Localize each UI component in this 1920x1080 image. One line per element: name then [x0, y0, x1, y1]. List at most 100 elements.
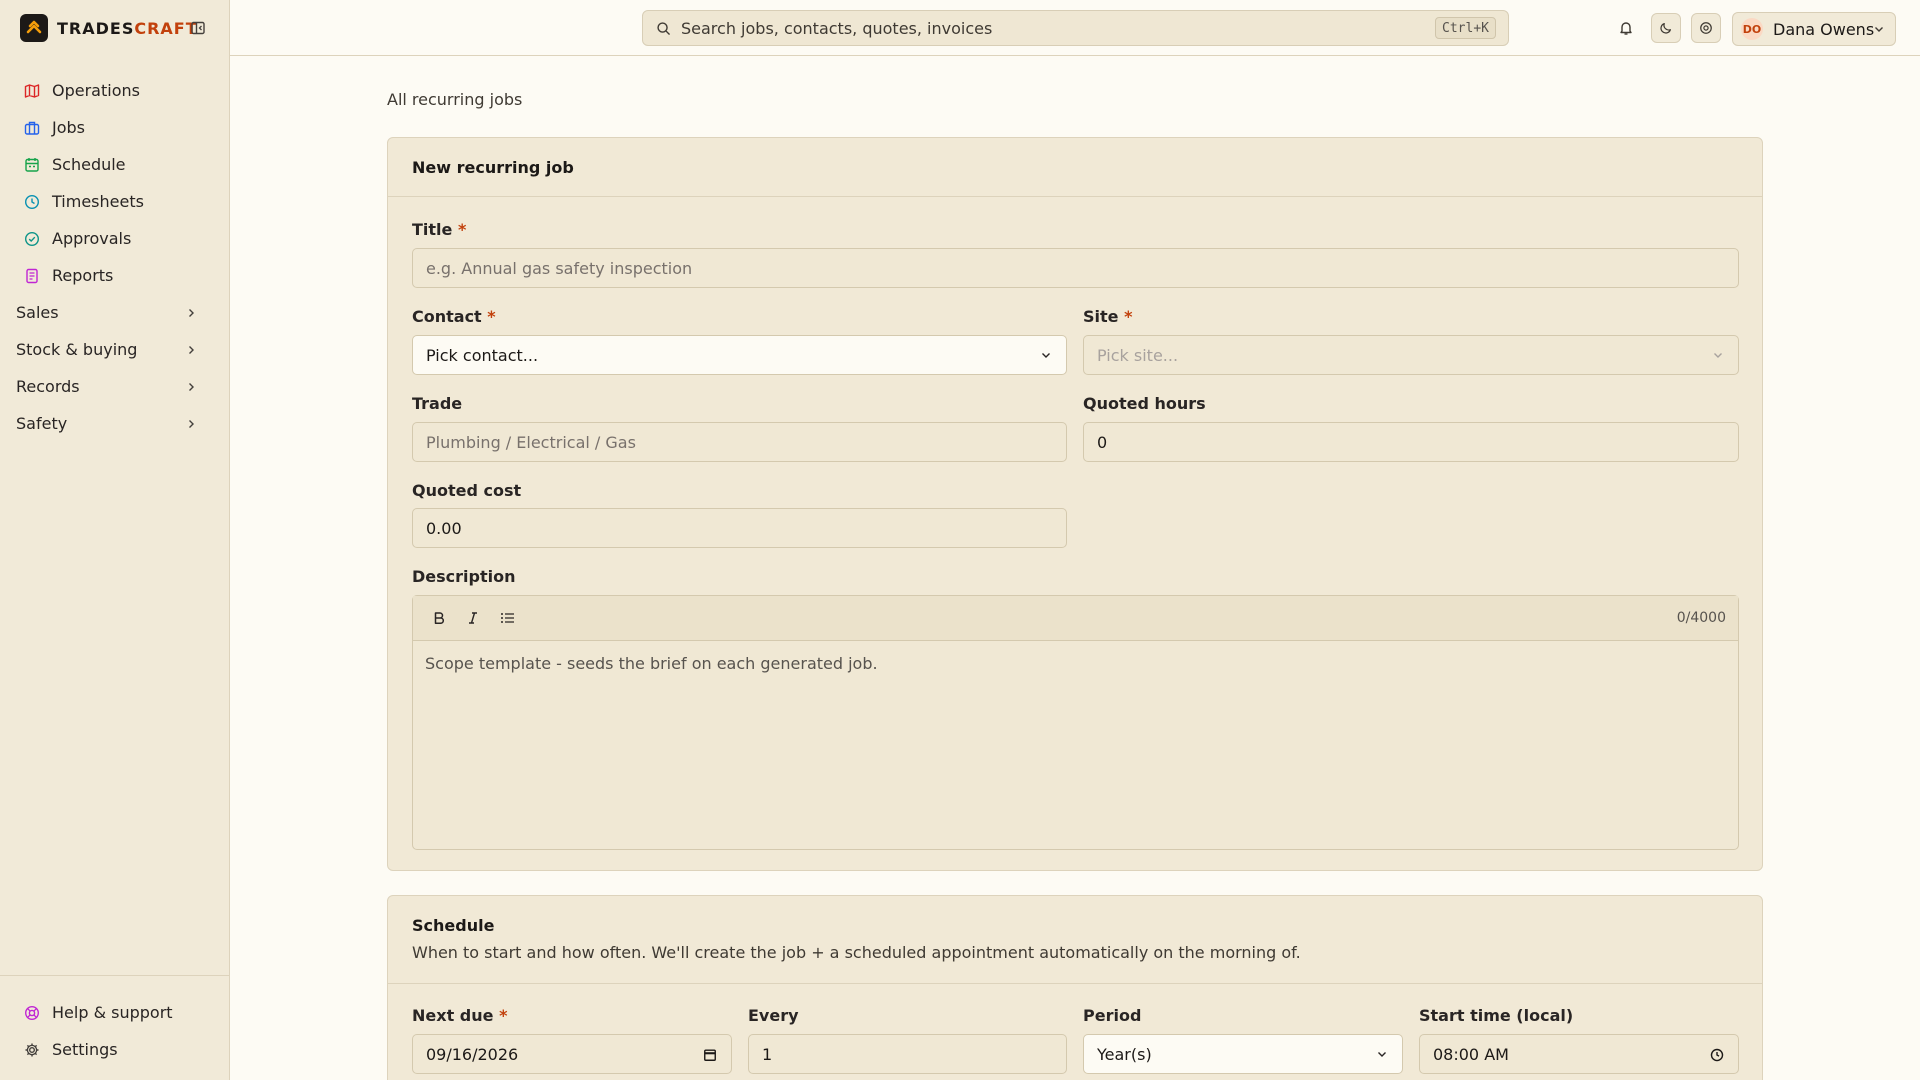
- chevron-down-icon: [1042, 353, 1050, 358]
- sidebar-group-records[interactable]: Records: [12, 368, 210, 405]
- sidebar-item-approvals[interactable]: Approvals: [12, 220, 210, 257]
- title-label-text: Title: [412, 220, 453, 239]
- start-time-input[interactable]: 08:00 AM: [1419, 1034, 1739, 1074]
- chevron-down-icon: [1875, 27, 1883, 32]
- sidebar-group-label: Records: [16, 377, 80, 396]
- user-menu-button[interactable]: DO Dana Owens: [1732, 12, 1896, 46]
- every-label: Every: [748, 1006, 799, 1025]
- quoted-hours-input[interactable]: 0: [1083, 422, 1739, 462]
- gear-icon: [24, 1042, 40, 1058]
- site-select[interactable]: Pick site...: [1083, 335, 1739, 375]
- briefcase-icon: [24, 120, 40, 136]
- theme-toggle-button[interactable]: [1651, 13, 1681, 43]
- sidebar-collapse-button[interactable]: [188, 18, 208, 38]
- search-input[interactable]: Search jobs, contacts, quotes, invoices: [681, 19, 992, 38]
- brand[interactable]: TRADESCRAFT: [20, 14, 198, 42]
- sidebar-item-label: Approvals: [52, 229, 132, 248]
- check-circle-icon: [24, 231, 40, 247]
- sidebar-item-label: Timesheets: [52, 192, 144, 211]
- character-count: 0/4000: [1676, 610, 1726, 626]
- italic-button[interactable]: [461, 606, 485, 630]
- quoted-cost-label: Quoted cost: [412, 481, 522, 500]
- sidebar-item-settings[interactable]: Settings: [12, 1031, 217, 1068]
- card-title: Schedule: [412, 916, 495, 935]
- next-due-label: Next due *: [412, 1006, 507, 1025]
- contact-select[interactable]: Pick contact...: [412, 335, 1067, 375]
- document-icon: [24, 268, 40, 284]
- calendar-icon[interactable]: [703, 1048, 717, 1062]
- sidebar-item-operations[interactable]: Operations: [12, 72, 210, 109]
- chevron-right-icon: [189, 308, 194, 317]
- quoted-hours-label: Quoted hours: [1083, 394, 1206, 413]
- italic-icon: [469, 612, 477, 624]
- topbar: Search jobs, contacts, quotes, invoices …: [230, 0, 1920, 56]
- bell-icon: [1620, 22, 1632, 35]
- notifications-button[interactable]: [1611, 13, 1641, 43]
- brand-name: TRADESCRAFT: [57, 19, 198, 38]
- site-select-value: Pick site...: [1097, 345, 1179, 365]
- required-marker: *: [499, 1006, 508, 1025]
- search-icon: [657, 21, 670, 35]
- sidebar: TRADESCRAFT Operations Jobs Schedule Tim…: [0, 0, 230, 1080]
- card-title: New recurring job: [412, 157, 574, 177]
- recurring-job-card: New recurring job Title * e.g. Annual ga…: [387, 137, 1763, 871]
- sidebar-item-help[interactable]: Help & support: [12, 994, 217, 1031]
- sidebar-nav: Operations Jobs Schedule Timesheets Appr…: [12, 72, 210, 442]
- next-due-value: 09/16/2026: [426, 1044, 519, 1064]
- sidebar-group-stock-buying[interactable]: Stock & buying: [12, 331, 210, 368]
- chevron-down-icon: [1378, 1052, 1386, 1057]
- lifebuoy-icon: [1700, 22, 1712, 34]
- sidebar-toggle-icon: [191, 21, 205, 35]
- trade-label: Trade: [412, 394, 463, 413]
- calendar-icon: [24, 157, 40, 173]
- brand-name-main: TRADES: [57, 18, 135, 38]
- editor-toolbar: 0/4000: [413, 596, 1738, 641]
- every-input[interactable]: 1: [748, 1034, 1067, 1074]
- description-textarea[interactable]: Scope template - seeds the brief on each…: [413, 641, 1738, 686]
- required-marker: *: [1124, 307, 1133, 326]
- sidebar-group-label: Sales: [16, 303, 59, 322]
- search-shortcut-badge: Ctrl+K: [1435, 17, 1496, 39]
- clock-icon[interactable]: [1710, 1048, 1724, 1062]
- period-select[interactable]: Year(s): [1083, 1034, 1403, 1074]
- sidebar-item-label: Jobs: [52, 118, 85, 137]
- map-icon: [24, 83, 40, 99]
- bold-button[interactable]: [427, 606, 451, 630]
- avatar: DO: [1741, 18, 1763, 40]
- required-marker: *: [487, 307, 496, 326]
- schedule-card: Schedule When to start and how often. We…: [387, 895, 1763, 1080]
- sidebar-footer: Help & support Settings: [0, 975, 229, 1068]
- moon-icon: [1660, 23, 1671, 34]
- title-label: Title *: [412, 220, 466, 239]
- sidebar-group-safety[interactable]: Safety: [12, 405, 210, 442]
- list-icon: [500, 613, 514, 623]
- card-subtitle: When to start and how often. We'll creat…: [412, 943, 1301, 962]
- site-label: Site *: [1083, 307, 1132, 326]
- chevron-right-icon: [189, 345, 194, 354]
- help-icon: [24, 1005, 40, 1021]
- title-input[interactable]: e.g. Annual gas safety inspection: [412, 248, 1739, 288]
- bullet-list-button[interactable]: [495, 606, 519, 630]
- sidebar-item-reports[interactable]: Reports: [12, 257, 210, 294]
- next-due-date-input[interactable]: 09/16/2026: [412, 1034, 732, 1074]
- sidebar-item-timesheets[interactable]: Timesheets: [12, 183, 210, 220]
- trade-input[interactable]: Plumbing / Electrical / Gas: [412, 422, 1067, 462]
- contact-label-text: Contact: [412, 307, 482, 326]
- sidebar-item-label: Reports: [52, 266, 114, 285]
- quoted-cost-input[interactable]: 0.00: [412, 508, 1067, 548]
- help-center-button[interactable]: [1691, 13, 1721, 43]
- bold-icon: [434, 612, 444, 624]
- chevron-down-icon: [1714, 353, 1722, 358]
- sidebar-item-label: Schedule: [52, 155, 126, 174]
- sidebar-item-schedule[interactable]: Schedule: [12, 146, 210, 183]
- required-marker: *: [457, 220, 467, 239]
- sidebar-group-sales[interactable]: Sales: [12, 294, 210, 331]
- back-to-recurring-jobs-link[interactable]: All recurring jobs: [387, 90, 522, 109]
- user-name: Dana Owens: [1773, 19, 1875, 39]
- sidebar-item-jobs[interactable]: Jobs: [12, 109, 210, 146]
- description-editor: 0/4000 Scope template - seeds the brief …: [412, 595, 1739, 850]
- sidebar-item-label: Settings: [52, 1040, 118, 1059]
- global-search[interactable]: Search jobs, contacts, quotes, invoices …: [642, 10, 1509, 46]
- chevron-right-icon: [189, 419, 194, 428]
- site-label-text: Site: [1083, 307, 1119, 326]
